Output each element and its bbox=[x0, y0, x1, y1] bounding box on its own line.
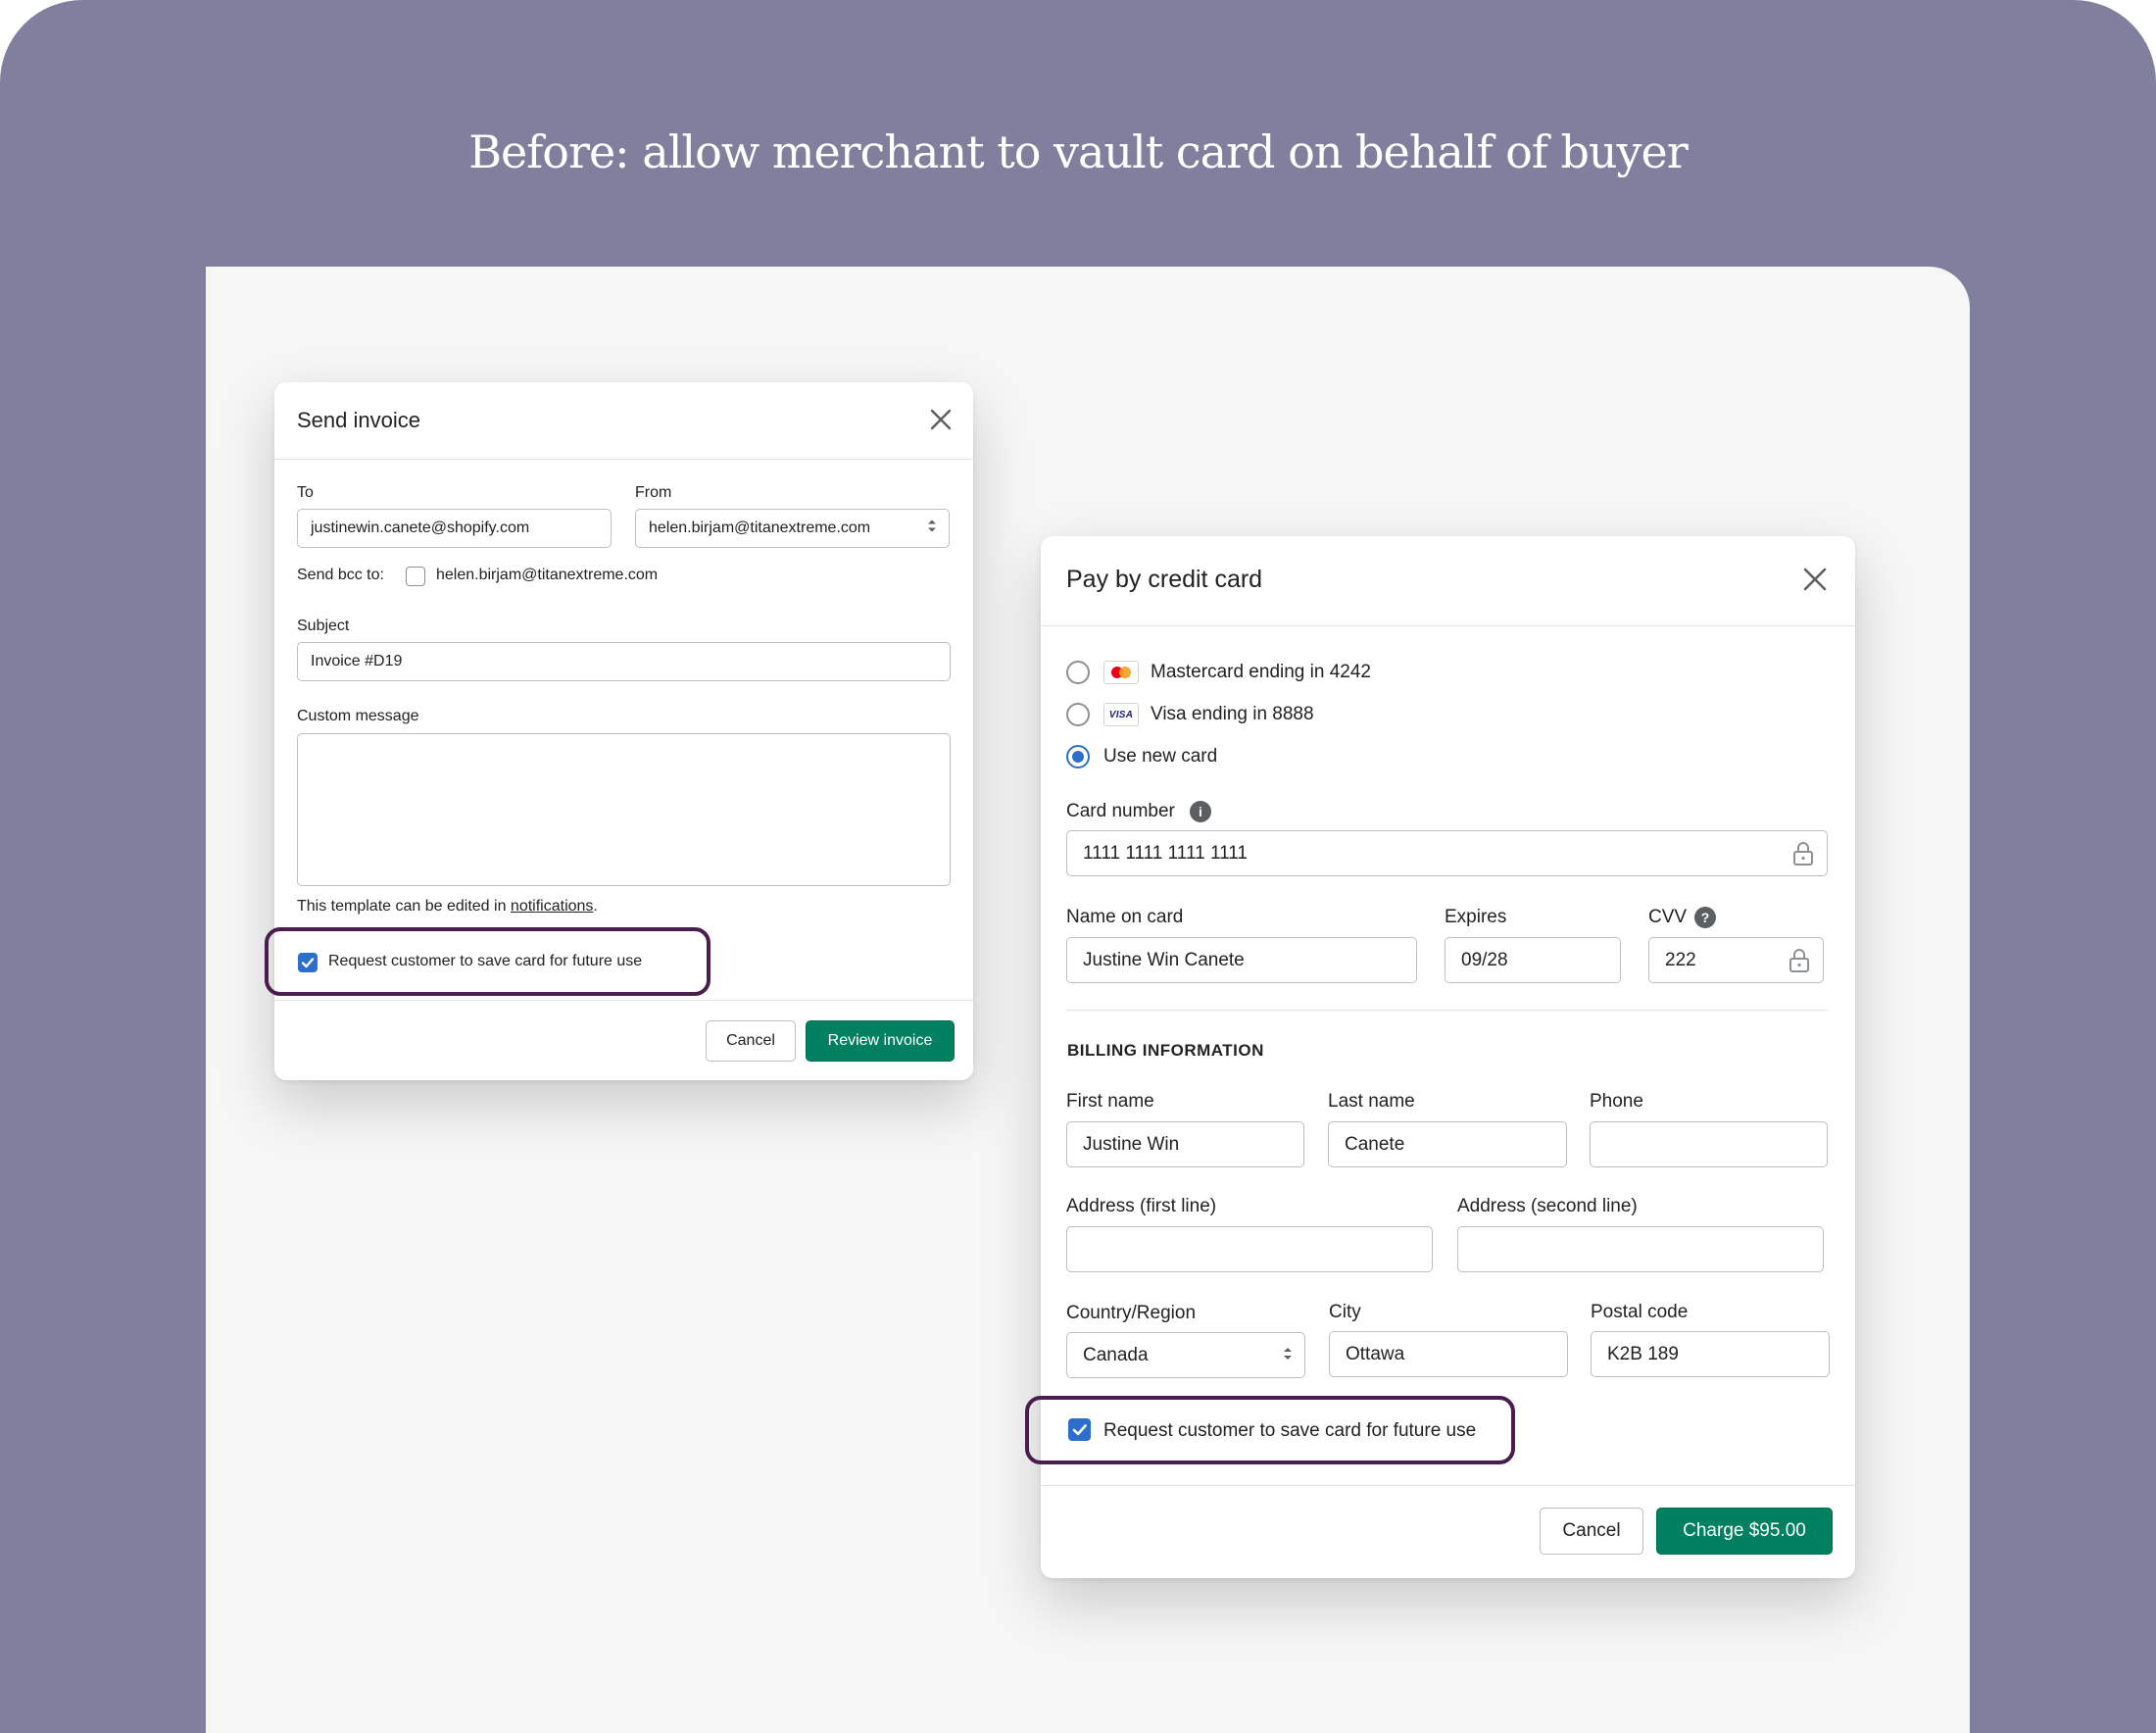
close-icon[interactable] bbox=[1801, 566, 1829, 593]
city-input[interactable]: Ottawa bbox=[1329, 1331, 1568, 1377]
from-select-value: helen.birjam@titanextreme.com bbox=[649, 520, 871, 536]
radio-new-card[interactable] bbox=[1066, 745, 1090, 768]
background-frame: Before: allow merchant to vault card on … bbox=[0, 0, 2156, 1733]
from-select[interactable]: helen.birjam@titanextreme.com bbox=[635, 509, 950, 548]
select-arrows-icon bbox=[1283, 1345, 1293, 1366]
name-on-card-input[interactable]: Justine Win Canete bbox=[1066, 937, 1417, 983]
first-name-input[interactable]: Justine Win bbox=[1066, 1121, 1304, 1167]
template-note-prefix: This template can be edited in bbox=[297, 898, 507, 915]
country-label: Country/Region bbox=[1066, 1303, 1197, 1323]
radio-visa[interactable] bbox=[1066, 703, 1090, 726]
last-name-label: Last name bbox=[1328, 1091, 1415, 1112]
bcc-checkbox[interactable] bbox=[406, 567, 425, 586]
phone-label: Phone bbox=[1590, 1091, 1643, 1112]
select-arrows-icon bbox=[927, 520, 937, 538]
expires-label: Expires bbox=[1445, 907, 1507, 927]
postal-code-label: Postal code bbox=[1591, 1302, 1689, 1322]
dialog-header: Send invoice bbox=[274, 382, 973, 460]
custom-message-textarea[interactable] bbox=[297, 733, 951, 886]
dialog-header: Pay by credit card bbox=[1041, 536, 1855, 626]
card-number-value: 1111 1111 1111 1111 bbox=[1083, 842, 1248, 864]
lock-icon bbox=[1791, 841, 1815, 872]
cvv-input[interactable]: 222 bbox=[1648, 937, 1824, 983]
mastercard-icon bbox=[1103, 661, 1139, 684]
address1-input[interactable] bbox=[1066, 1226, 1433, 1272]
from-label: From bbox=[635, 484, 672, 501]
dialog-title: Send invoice bbox=[297, 408, 420, 432]
save-card-highlight bbox=[1025, 1396, 1515, 1464]
custom-message-label: Custom message bbox=[297, 708, 419, 724]
cancel-button[interactable]: Cancel bbox=[706, 1020, 796, 1062]
option-visa-label: Visa ending in 8888 bbox=[1151, 704, 1314, 724]
phone-input[interactable] bbox=[1590, 1121, 1828, 1167]
postal-code-input[interactable]: K2B 189 bbox=[1591, 1331, 1830, 1377]
last-name-input[interactable]: Canete bbox=[1328, 1121, 1567, 1167]
footer-divider bbox=[1041, 1485, 1855, 1486]
notifications-link[interactable]: notifications bbox=[511, 898, 594, 915]
cvv-label: CVV bbox=[1648, 907, 1688, 927]
country-select[interactable]: Canada bbox=[1066, 1332, 1305, 1378]
section-divider bbox=[1066, 1010, 1828, 1011]
visa-icon: VISA bbox=[1103, 703, 1139, 726]
help-icon[interactable]: ? bbox=[1694, 907, 1716, 928]
info-icon[interactable]: i bbox=[1190, 801, 1211, 822]
footer-divider bbox=[274, 1000, 973, 1001]
subject-label: Subject bbox=[297, 618, 350, 634]
page-headline: Before: allow merchant to vault card on … bbox=[468, 125, 1689, 178]
lock-icon bbox=[1788, 948, 1811, 979]
city-label: City bbox=[1329, 1302, 1361, 1322]
address1-label: Address (first line) bbox=[1066, 1196, 1217, 1216]
to-input[interactable]: justinewin.canete@shopify.com bbox=[297, 509, 612, 548]
to-label: To bbox=[297, 484, 314, 501]
cvv-value: 222 bbox=[1665, 949, 1696, 970]
cancel-button[interactable]: Cancel bbox=[1540, 1508, 1643, 1555]
billing-section-title: BILLING INFORMATION bbox=[1067, 1041, 1264, 1060]
save-card-highlight bbox=[265, 927, 710, 996]
template-note: This template can be edited in notificat… bbox=[297, 898, 598, 916]
template-note-suffix: . bbox=[593, 898, 598, 915]
bcc-label: Send bcc to: bbox=[297, 567, 384, 583]
card-number-input[interactable]: 1111 1111 1111 1111 bbox=[1066, 830, 1828, 876]
option-mastercard-label: Mastercard ending in 4242 bbox=[1151, 662, 1371, 682]
close-icon[interactable] bbox=[929, 408, 953, 431]
dialog-title: Pay by credit card bbox=[1066, 566, 1263, 593]
first-name-label: First name bbox=[1066, 1091, 1154, 1112]
review-invoice-button[interactable]: Review invoice bbox=[806, 1020, 955, 1062]
bcc-email: helen.birjam@titanextreme.com bbox=[436, 567, 659, 583]
address2-label: Address (second line) bbox=[1457, 1196, 1638, 1216]
radio-mastercard[interactable] bbox=[1066, 661, 1090, 684]
address2-input[interactable] bbox=[1457, 1226, 1824, 1272]
country-select-value: Canada bbox=[1083, 1344, 1149, 1365]
charge-button[interactable]: Charge $95.00 bbox=[1656, 1508, 1833, 1555]
expires-input[interactable]: 09/28 bbox=[1445, 937, 1621, 983]
option-new-card-label: Use new card bbox=[1103, 746, 1218, 767]
card-number-label: Card number bbox=[1066, 801, 1175, 821]
subject-input[interactable]: Invoice #D19 bbox=[297, 642, 951, 681]
name-on-card-label: Name on card bbox=[1066, 907, 1184, 927]
